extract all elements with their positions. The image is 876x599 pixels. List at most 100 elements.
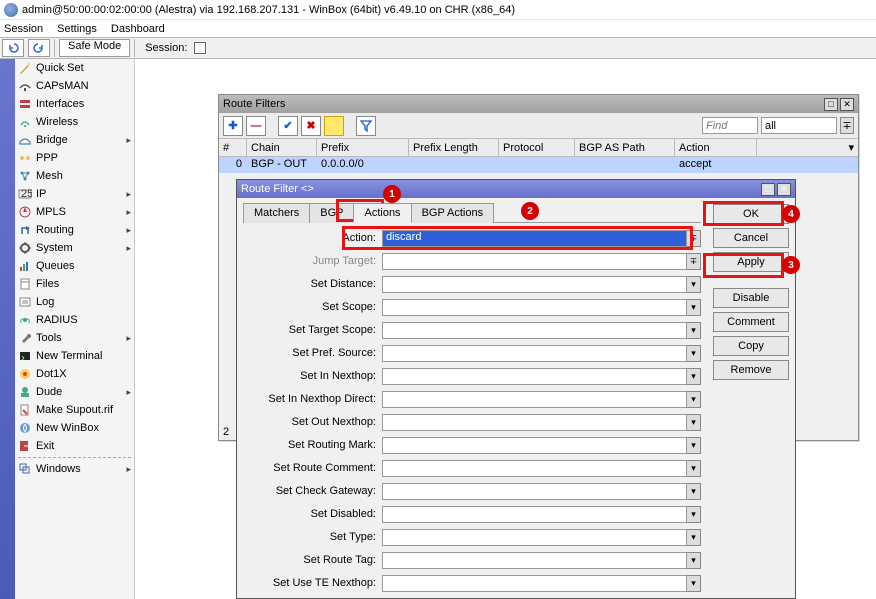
col-aspath[interactable]: BGP AS Path xyxy=(575,139,675,156)
field-label: Set Routing Mark: xyxy=(243,439,382,451)
field-input[interactable] xyxy=(382,483,687,500)
col-dropdown-icon[interactable]: ▾ xyxy=(848,141,854,154)
sidebar-item-radius[interactable]: RADIUS xyxy=(15,311,134,329)
menu-session[interactable]: Session xyxy=(4,23,43,35)
menu-dashboard[interactable]: Dashboard xyxy=(111,23,165,35)
field-input[interactable] xyxy=(382,506,687,523)
cancel-button[interactable]: Cancel xyxy=(713,228,789,248)
field-dropdown-button[interactable]: ▾ xyxy=(687,506,701,523)
sidebar-item-mpls[interactable]: MPLS▸ xyxy=(15,203,134,221)
sidebar-item-queues[interactable]: Queues xyxy=(15,257,134,275)
sidebar-item-files[interactable]: Files xyxy=(15,275,134,293)
add-button[interactable]: ✚ xyxy=(223,116,243,136)
filter-button[interactable] xyxy=(356,116,376,136)
session-checkbox[interactable] xyxy=(194,42,206,54)
field-input[interactable] xyxy=(382,460,687,477)
sidebar-item-dude[interactable]: Dude▸ xyxy=(15,383,134,401)
sidebar-item-capsman[interactable]: CAPsMAN xyxy=(15,77,134,95)
sidebar-item-log[interactable]: Log xyxy=(15,293,134,311)
table-row[interactable]: 0 BGP - OUT 0.0.0.0/0 accept xyxy=(219,157,858,173)
field-dropdown-button[interactable]: ▾ xyxy=(687,437,701,454)
comment-button[interactable] xyxy=(324,116,344,136)
route-filters-titlebar[interactable]: Route Filters □ ✕ xyxy=(219,95,858,113)
comment-dlg-button[interactable]: Comment xyxy=(713,312,789,332)
sidebar-item-windows[interactable]: Windows▸ xyxy=(15,460,134,478)
field-dropdown-button[interactable]: ▾ xyxy=(687,368,701,385)
sidebar-item-new-winbox[interactable]: New WinBox xyxy=(15,419,134,437)
field-dropdown-button[interactable]: ▾ xyxy=(687,552,701,569)
col-proto[interactable]: Protocol xyxy=(499,139,575,156)
menu-settings[interactable]: Settings xyxy=(57,23,97,35)
sidebar-item-interfaces[interactable]: Interfaces xyxy=(15,95,134,113)
field-input[interactable] xyxy=(382,552,687,569)
sidebar-item-dot1x[interactable]: Dot1X xyxy=(15,365,134,383)
field-input[interactable] xyxy=(382,437,687,454)
ok-button[interactable]: OK xyxy=(713,204,789,224)
field-dropdown-button[interactable]: ▾ xyxy=(687,414,701,431)
sidebar-item-mesh[interactable]: Mesh xyxy=(15,167,134,185)
enable-button[interactable]: ✔ xyxy=(278,116,298,136)
field-input[interactable] xyxy=(382,299,687,316)
field-dropdown-button[interactable]: ▾ xyxy=(687,529,701,546)
field-input[interactable] xyxy=(382,345,687,362)
sidebar-item-system[interactable]: System▸ xyxy=(15,239,134,257)
field-input[interactable]: discard xyxy=(382,230,687,247)
sidebar-item-routing[interactable]: Routing▸ xyxy=(15,221,134,239)
field-input[interactable] xyxy=(382,322,687,339)
field-input[interactable] xyxy=(382,529,687,546)
safe-mode-button[interactable]: Safe Mode xyxy=(59,39,130,57)
field-input[interactable] xyxy=(382,414,687,431)
sidebar-item-exit[interactable]: Exit xyxy=(15,437,134,455)
redo-button[interactable] xyxy=(28,39,50,57)
col-action[interactable]: Action xyxy=(675,139,757,156)
undo-button[interactable] xyxy=(2,39,24,57)
field-dropdown-button[interactable]: ▾ xyxy=(687,483,701,500)
close-button[interactable]: ✕ xyxy=(840,98,854,111)
field-dropdown-button[interactable]: ▾ xyxy=(687,299,701,316)
field-dropdown-button[interactable]: ▾ xyxy=(687,460,701,477)
field-dropdown-button[interactable]: ▾ xyxy=(687,575,701,592)
form-row-set-pref-source-: Set Pref. Source: ▾ xyxy=(243,342,701,364)
field-dropdown-button[interactable]: ▾ xyxy=(687,322,701,339)
disable-button[interactable]: ✖ xyxy=(301,116,321,136)
restore-button[interactable]: □ xyxy=(824,98,838,111)
field-dropdown-button[interactable]: ∓ xyxy=(687,230,701,247)
chevron-down-icon: ▸ xyxy=(126,189,131,200)
field-input[interactable] xyxy=(382,276,687,293)
col-plen[interactable]: Prefix Length xyxy=(409,139,499,156)
sidebar-item-new-terminal[interactable]: New Terminal xyxy=(15,347,134,365)
sidebar-item-tools[interactable]: Tools▸ xyxy=(15,329,134,347)
col-num[interactable]: # xyxy=(219,139,247,156)
find-input[interactable] xyxy=(702,117,758,134)
sidebar-item-quick-set[interactable]: Quick Set xyxy=(15,59,134,77)
field-dropdown-button[interactable]: ▾ xyxy=(687,391,701,408)
field-input[interactable] xyxy=(382,368,687,385)
restore-button[interactable]: □ xyxy=(761,183,775,196)
col-prefix[interactable]: Prefix xyxy=(317,139,409,156)
tab-bgp-actions[interactable]: BGP Actions xyxy=(411,203,495,223)
filter-dropdown-button[interactable]: ∓ xyxy=(840,117,854,134)
field-input[interactable] xyxy=(382,253,687,270)
sidebar-item-wireless[interactable]: Wireless xyxy=(15,113,134,131)
tab-actions[interactable]: Actions xyxy=(353,203,411,223)
remove-button[interactable]: — xyxy=(246,116,266,136)
field-dropdown-button[interactable]: ▾ xyxy=(687,276,701,293)
sidebar-item-ip[interactable]: 255IP▸ xyxy=(15,185,134,203)
close-button[interactable]: ✕ xyxy=(777,183,791,196)
sidebar-item-make-supout-rif[interactable]: Make Supout.rif xyxy=(15,401,134,419)
sidebar-item-ppp[interactable]: PPP xyxy=(15,149,134,167)
filter-select[interactable]: all xyxy=(761,117,837,134)
apply-button[interactable]: Apply xyxy=(713,252,789,272)
sidebar-item-bridge[interactable]: Bridge▸ xyxy=(15,131,134,149)
disable-button[interactable]: Disable xyxy=(713,288,789,308)
col-chain[interactable]: Chain xyxy=(247,139,317,156)
tab-matchers[interactable]: Matchers xyxy=(243,203,310,223)
field-dropdown-button[interactable]: ▾ xyxy=(687,345,701,362)
field-input[interactable] xyxy=(382,391,687,408)
field-dropdown-button[interactable]: ∓ xyxy=(687,253,701,270)
field-input[interactable] xyxy=(382,575,687,592)
tab-bgp[interactable]: BGP xyxy=(309,203,354,223)
copy-button[interactable]: Copy xyxy=(713,336,789,356)
remove-dlg-button[interactable]: Remove xyxy=(713,360,789,380)
route-filter-titlebar[interactable]: Route Filter <> □ ✕ xyxy=(237,180,795,198)
